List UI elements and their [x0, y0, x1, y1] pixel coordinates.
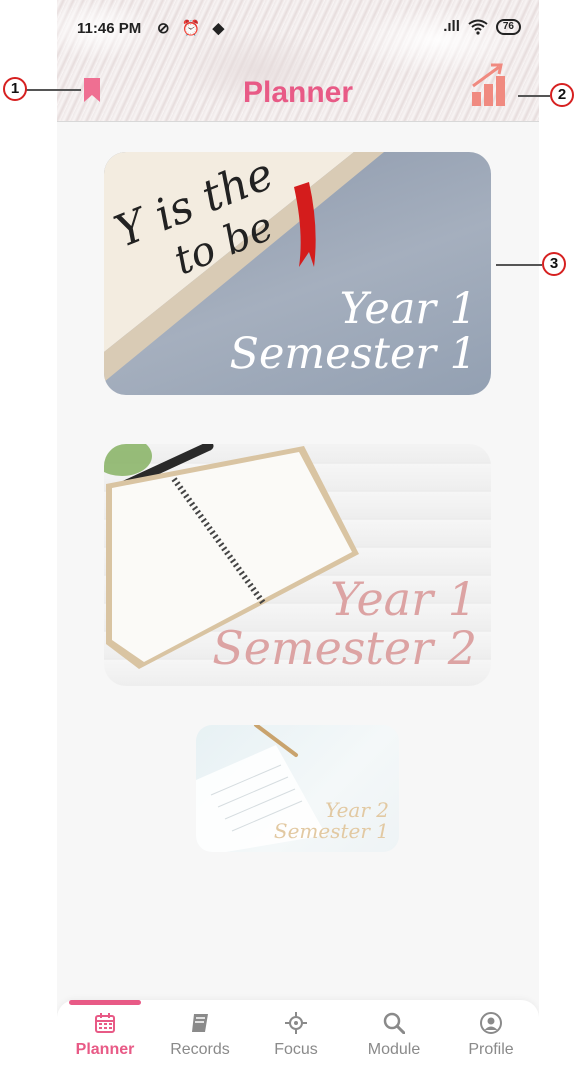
app-header: 11:46 PM ⊘ ⏰ ◆ .ıll 76 Planner [57, 0, 539, 122]
semester-card-year1-sem1[interactable]: Y is the to be Year 1 Semester 1 [104, 152, 491, 395]
active-tab-indicator [69, 1000, 141, 1005]
semester-card-year2-sem1[interactable]: Year 2 Semester 1 [196, 725, 399, 852]
callout-2: 2 [550, 83, 574, 107]
wifi-icon [468, 19, 488, 35]
nav-tab-module[interactable]: Module [349, 1012, 439, 1059]
screen-stage: 11:46 PM ⊘ ⏰ ◆ .ıll 76 Planner Y is the … [0, 0, 579, 1073]
signal-icon: .ıll [443, 18, 460, 35]
nav-label: Records [170, 1041, 230, 1058]
callout-1: 1 [3, 77, 27, 101]
nav-tab-profile[interactable]: Profile [446, 1012, 536, 1059]
notification-icons: ⊘ ⏰ ◆ [157, 20, 229, 37]
search-icon [383, 1012, 405, 1034]
nav-label: Planner [75, 1041, 135, 1058]
page-title: Planner [242, 76, 354, 109]
user-circle-icon [480, 1012, 502, 1034]
phone-screen: 11:46 PM ⊘ ⏰ ◆ .ıll 76 Planner Y is the … [57, 0, 539, 1073]
callout-1-leader [26, 89, 81, 91]
callout-3-leader [496, 264, 542, 266]
card-title: Year 2 Semester 1 [274, 800, 389, 842]
card-semester: Semester 2 [212, 620, 477, 675]
card-title: Year 1 Semester 2 [212, 575, 477, 672]
book-icon [192, 1014, 208, 1032]
nav-tab-records[interactable]: Records [155, 1012, 245, 1059]
callout-3: 3 [542, 252, 566, 276]
semester-card-year1-sem2[interactable]: Year 1 Semester 2 [104, 444, 491, 686]
status-bar: 11:46 PM ⊘ ⏰ ◆ .ıll 76 [77, 18, 521, 42]
calendar-icon [95, 1013, 115, 1033]
battery-icon: 76 [495, 18, 521, 35]
card-year: Year 1 [330, 572, 477, 627]
status-right-group: .ıll 76 [443, 18, 521, 35]
nav-label: Focus [274, 1041, 318, 1058]
card-semester: Semester 1 [229, 328, 477, 379]
nav-tab-planner[interactable]: Planner [60, 1012, 150, 1059]
crosshair-icon [285, 1012, 307, 1034]
callout-2-leader [518, 95, 550, 97]
card-year: Year 1 [339, 283, 477, 334]
nav-tab-focus[interactable]: Focus [251, 1012, 341, 1059]
nav-label: Module [367, 1041, 421, 1058]
card-semester: Semester 1 [273, 819, 389, 843]
bar-chart-trend-icon[interactable] [469, 62, 509, 108]
status-time: 11:46 PM [77, 20, 142, 37]
card-year: Year 2 [325, 798, 389, 822]
nav-label: Profile [468, 1041, 514, 1058]
bottom-nav: Planner Records Focus Module Profile [57, 1000, 539, 1073]
card-title: Year 1 Semester 1 [229, 283, 477, 379]
